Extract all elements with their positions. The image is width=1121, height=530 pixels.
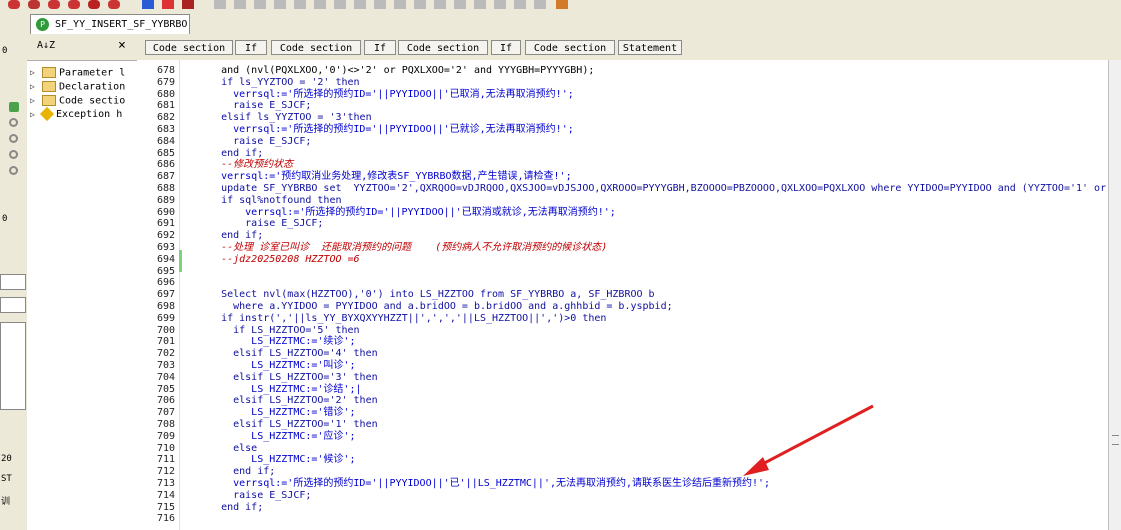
segment-code-section[interactable]: Code section xyxy=(398,40,488,55)
code-section-bar: Code section If Code section If Code sec… xyxy=(137,34,1121,61)
toolbar-button-gray-16[interactable] xyxy=(514,0,526,9)
package-icon: P xyxy=(36,18,49,31)
toolbar-button-gray-10[interactable] xyxy=(394,0,406,9)
toolbar-button-red-5[interactable] xyxy=(88,0,100,9)
dropdown-1[interactable] xyxy=(0,274,26,290)
left-dock-strip: 0 0 20 ST 训 xyxy=(0,34,28,530)
toolbar-button-gray-8[interactable] xyxy=(354,0,366,9)
vertical-scrollbar[interactable] xyxy=(1108,60,1121,530)
segment-statement[interactable]: Statement xyxy=(618,40,682,55)
tree-item-declaration[interactable]: ▷ Declaration xyxy=(30,81,126,95)
stop-icon[interactable] xyxy=(182,0,194,9)
toolbar-button-gray-17[interactable] xyxy=(534,0,546,9)
toolbar-button-gray-6[interactable] xyxy=(314,0,326,9)
navigator-header: A↓Z × xyxy=(27,34,137,61)
tab-package-editor[interactable]: P SF_YY_INSERT_SF_YYBRBO xyxy=(30,14,190,34)
toolbar-button-red-3[interactable] xyxy=(48,0,60,9)
toolbar-button-gray-11[interactable] xyxy=(414,0,426,9)
tree-label: Exception h xyxy=(56,109,123,120)
segment-code-section[interactable]: Code section xyxy=(271,40,361,55)
toolbar-button-gray-12[interactable] xyxy=(434,0,446,9)
code-editor[interactable]: 678 and (nvl(PQXLXOO,'0')<>'2' or PQXLXO… xyxy=(137,60,1108,530)
tree-label: Parameter l xyxy=(59,67,126,79)
folder-icon xyxy=(42,81,56,92)
expand-icon[interactable]: ▷ xyxy=(30,96,35,105)
expand-icon[interactable]: ▷ xyxy=(30,68,35,77)
magnifier-icon-1[interactable] xyxy=(9,118,18,127)
toolbar-button-gray-4[interactable] xyxy=(274,0,286,9)
magnifier-icon-4[interactable] xyxy=(9,166,18,175)
magnifier-icon-2[interactable] xyxy=(9,134,18,143)
tree-label: Declaration xyxy=(59,81,126,93)
segment-if[interactable]: If xyxy=(235,40,267,55)
panel-label-2: 0 xyxy=(2,214,8,224)
exception-icon xyxy=(39,106,55,122)
check-icon[interactable] xyxy=(9,102,19,112)
panel-label-3: 20 xyxy=(1,454,12,464)
toolbar-button-red-4[interactable] xyxy=(68,0,80,9)
toolbar-button-red-6[interactable] xyxy=(108,0,120,9)
arrow-right-icon[interactable] xyxy=(142,0,154,9)
toolbar-button-gray-15[interactable] xyxy=(494,0,506,9)
toolbar-button-gray-9[interactable] xyxy=(374,0,386,9)
dropdown-2[interactable] xyxy=(0,297,26,313)
sort-alpha-icon[interactable]: A↓Z xyxy=(37,40,55,51)
folder-icon xyxy=(42,67,56,78)
close-icon[interactable]: × xyxy=(118,38,126,53)
segment-if[interactable]: If xyxy=(491,40,521,55)
panel-label-5: 训 xyxy=(1,497,11,507)
segment-code-section[interactable]: Code section xyxy=(525,40,615,55)
tree-item-exception[interactable]: ▷ Exception h xyxy=(30,106,123,123)
segment-if[interactable]: If xyxy=(364,40,396,55)
tab-title: SF_YY_INSERT_SF_YYBRBO xyxy=(55,19,188,30)
tree-item-parameter[interactable]: ▷ Parameter l xyxy=(30,67,126,81)
arrow-right-red-icon[interactable] xyxy=(162,0,174,9)
code-navigator: A↓Z × ▷ Parameter l ▷ Declaration ▷ Code se… xyxy=(27,34,138,530)
expand-icon[interactable]: ▷ xyxy=(30,82,35,91)
editor-tab-bar: P SF_YY_INSERT_SF_YYBRBO xyxy=(0,12,1121,35)
toolbar-button-gray-3[interactable] xyxy=(254,0,266,9)
tree-label: Code sectio xyxy=(59,95,126,107)
expand-icon[interactable]: ▷ xyxy=(30,110,35,119)
segment-code-section[interactable]: Code section xyxy=(145,40,233,55)
toolbar-button-gray-13[interactable] xyxy=(454,0,466,9)
toolbar-button-orange[interactable] xyxy=(556,0,568,9)
list-box[interactable] xyxy=(0,322,26,410)
left-panel-pin-label: 0 xyxy=(2,46,8,56)
toolbar-button-gray-1[interactable] xyxy=(214,0,226,9)
magnifier-icon-3[interactable] xyxy=(9,150,18,159)
toolbar-button-gray-5[interactable] xyxy=(294,0,306,9)
annotation-arrow xyxy=(743,404,874,476)
toolbar-button-gray-7[interactable] xyxy=(334,0,346,9)
toolbar-button-gray-14[interactable] xyxy=(474,0,486,9)
toolbar-button-red-1[interactable] xyxy=(8,0,20,9)
toolbar-button-red-2[interactable] xyxy=(28,0,40,9)
panel-label-4: ST xyxy=(1,474,12,484)
toolbar-button-gray-2[interactable] xyxy=(234,0,246,9)
scrollbar-grip[interactable] xyxy=(1112,435,1119,445)
tree-item-code-section[interactable]: ▷ Code sectio xyxy=(30,95,126,109)
folder-icon xyxy=(42,95,56,106)
